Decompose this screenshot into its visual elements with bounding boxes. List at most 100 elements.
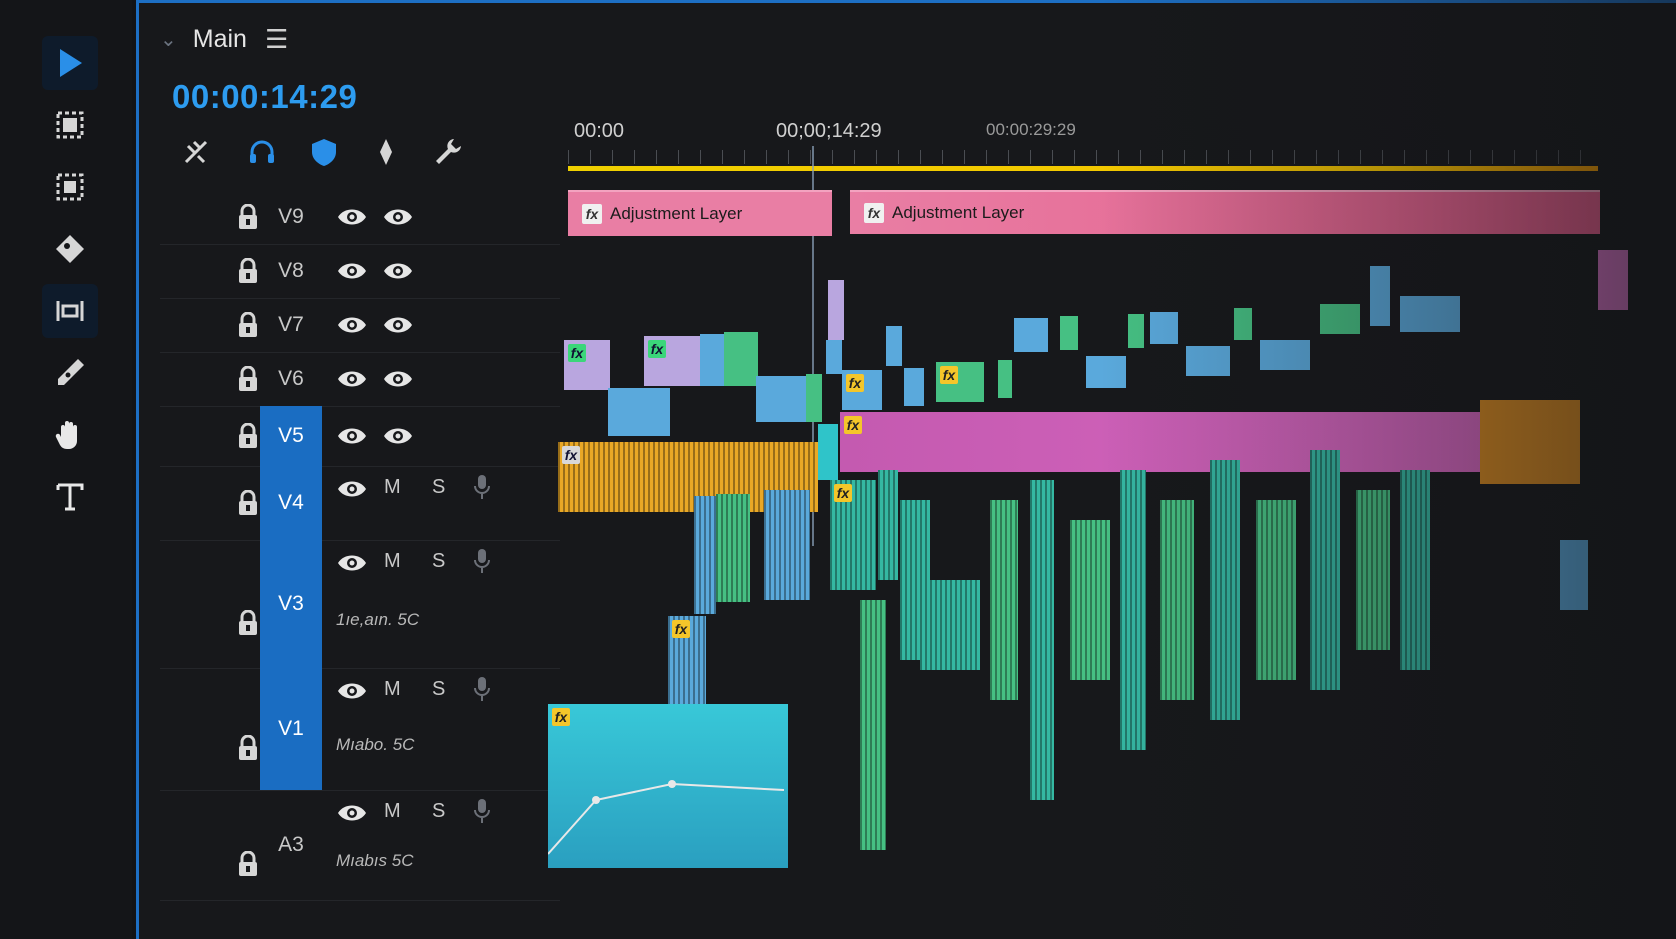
lock-icon[interactable] [236,734,260,761]
keyframe-graph[interactable] [548,704,788,868]
track-select-backward-tool-icon[interactable] [42,160,98,214]
eye-icon[interactable] [336,368,368,390]
track-header-v9[interactable]: V9 [160,190,560,245]
eye-icon[interactable] [382,368,414,390]
track-header-v5[interactable]: V5 [160,406,560,467]
video-clip[interactable] [828,280,844,340]
lock-icon[interactable] [236,311,260,338]
microphone-icon[interactable] [474,474,490,500]
video-clip[interactable] [1356,490,1390,650]
track-name[interactable]: V1 [260,668,322,790]
eye-icon[interactable] [336,425,368,447]
lock-icon[interactable] [236,489,260,516]
lock-icon[interactable] [236,609,260,636]
solo-button[interactable]: S [432,476,445,499]
video-clip[interactable] [1480,400,1580,484]
mute-button[interactable]: M [384,476,401,499]
video-clip[interactable] [1260,340,1310,370]
lock-icon[interactable] [236,203,260,230]
eye-icon[interactable] [382,206,414,228]
lock-icon[interactable] [236,257,260,284]
microphone-icon[interactable] [474,798,490,824]
eye-icon[interactable] [336,680,368,702]
video-clip[interactable]: fx [936,362,984,402]
video-clip[interactable] [818,424,838,480]
lock-icon[interactable] [236,365,260,392]
video-clip[interactable] [806,374,822,422]
video-clip[interactable] [1186,346,1230,376]
mute-button[interactable]: M [384,800,401,823]
eye-icon[interactable] [336,552,368,574]
video-clip[interactable] [1560,540,1588,610]
video-clip[interactable] [1400,296,1460,332]
video-clip[interactable] [1400,470,1430,670]
video-clip[interactable] [1014,318,1048,352]
type-tool-icon[interactable] [42,470,98,524]
video-clip[interactable]: fx [842,370,882,410]
snap-icon[interactable] [176,132,216,172]
video-clip[interactable] [878,470,898,580]
track-name[interactable]: V5 [260,406,322,466]
video-clip[interactable] [756,376,806,422]
video-clip[interactable] [608,388,670,436]
sequence-tab[interactable]: ⌄ Main ☰ [160,14,288,64]
eye-icon[interactable] [336,802,368,824]
track-header-a3[interactable]: A3 M S Mıabıs 5C [160,790,560,901]
video-clip[interactable] [700,334,724,386]
mute-button[interactable]: M [384,678,401,701]
eye-icon[interactable] [382,314,414,336]
panel-menu-icon[interactable]: ☰ [265,24,288,55]
video-clip[interactable]: fx [564,340,610,390]
video-clip[interactable]: fx [830,480,876,590]
video-clip[interactable] [1070,520,1110,680]
video-clip[interactable] [904,368,924,406]
chevron-down-icon[interactable]: ⌄ [160,27,177,52]
eye-icon[interactable] [382,260,414,282]
video-clip[interactable] [990,500,1018,700]
add-marker-icon[interactable] [366,132,406,172]
track-header-v4[interactable]: V4 M S [160,466,560,541]
video-clip[interactable] [1150,312,1178,344]
video-clip[interactable] [694,496,716,614]
track-select-forward-tool-icon[interactable] [42,98,98,152]
microphone-icon[interactable] [474,676,490,702]
track-name[interactable]: V7 [260,298,322,352]
track-name[interactable]: V6 [260,352,322,406]
track-header-v1[interactable]: V1 M S Mıabo. 5C [160,668,560,791]
track-name[interactable]: V4 [260,466,322,540]
video-clip[interactable] [1128,314,1144,348]
solo-button[interactable]: S [432,800,445,823]
video-clip[interactable] [724,332,758,386]
hand-tool-icon[interactable] [42,408,98,462]
video-clip[interactable] [886,326,902,366]
video-clip[interactable] [1120,470,1146,750]
lock-icon[interactable] [236,850,260,877]
linked-selection-icon[interactable] [242,132,282,172]
video-clip[interactable] [1234,308,1252,340]
video-clip[interactable] [1210,460,1240,720]
solo-button[interactable]: S [432,678,445,701]
track-name[interactable]: V3 [260,540,322,668]
audio-clip[interactable]: fx [840,412,1500,472]
video-clip[interactable] [860,600,886,850]
microphone-icon[interactable] [474,548,490,574]
work-area-bar[interactable] [568,166,1598,171]
video-clip[interactable] [998,360,1012,398]
playhead-timecode[interactable]: 00:00:14:29 [172,78,357,116]
track-name[interactable]: A3 [260,790,322,900]
slip-tool-icon[interactable] [42,284,98,338]
video-clip[interactable] [826,340,842,374]
track-header-v7[interactable]: V7 [160,298,560,353]
video-clip[interactable] [920,580,980,670]
adjustment-layer-clip[interactable]: fx Adjustment Layer [568,190,832,236]
adjustment-layer-clip[interactable]: fx Adjustment Layer [850,190,1600,234]
video-clip[interactable] [1310,450,1340,690]
video-clip[interactable] [1256,500,1296,680]
selection-tool-icon[interactable] [42,36,98,90]
pen-tool-icon[interactable] [42,346,98,400]
video-clip[interactable] [1320,304,1360,334]
video-clip[interactable] [1160,500,1194,700]
shield-icon[interactable] [304,132,344,172]
video-clip[interactable] [764,490,810,600]
eye-icon[interactable] [382,425,414,447]
